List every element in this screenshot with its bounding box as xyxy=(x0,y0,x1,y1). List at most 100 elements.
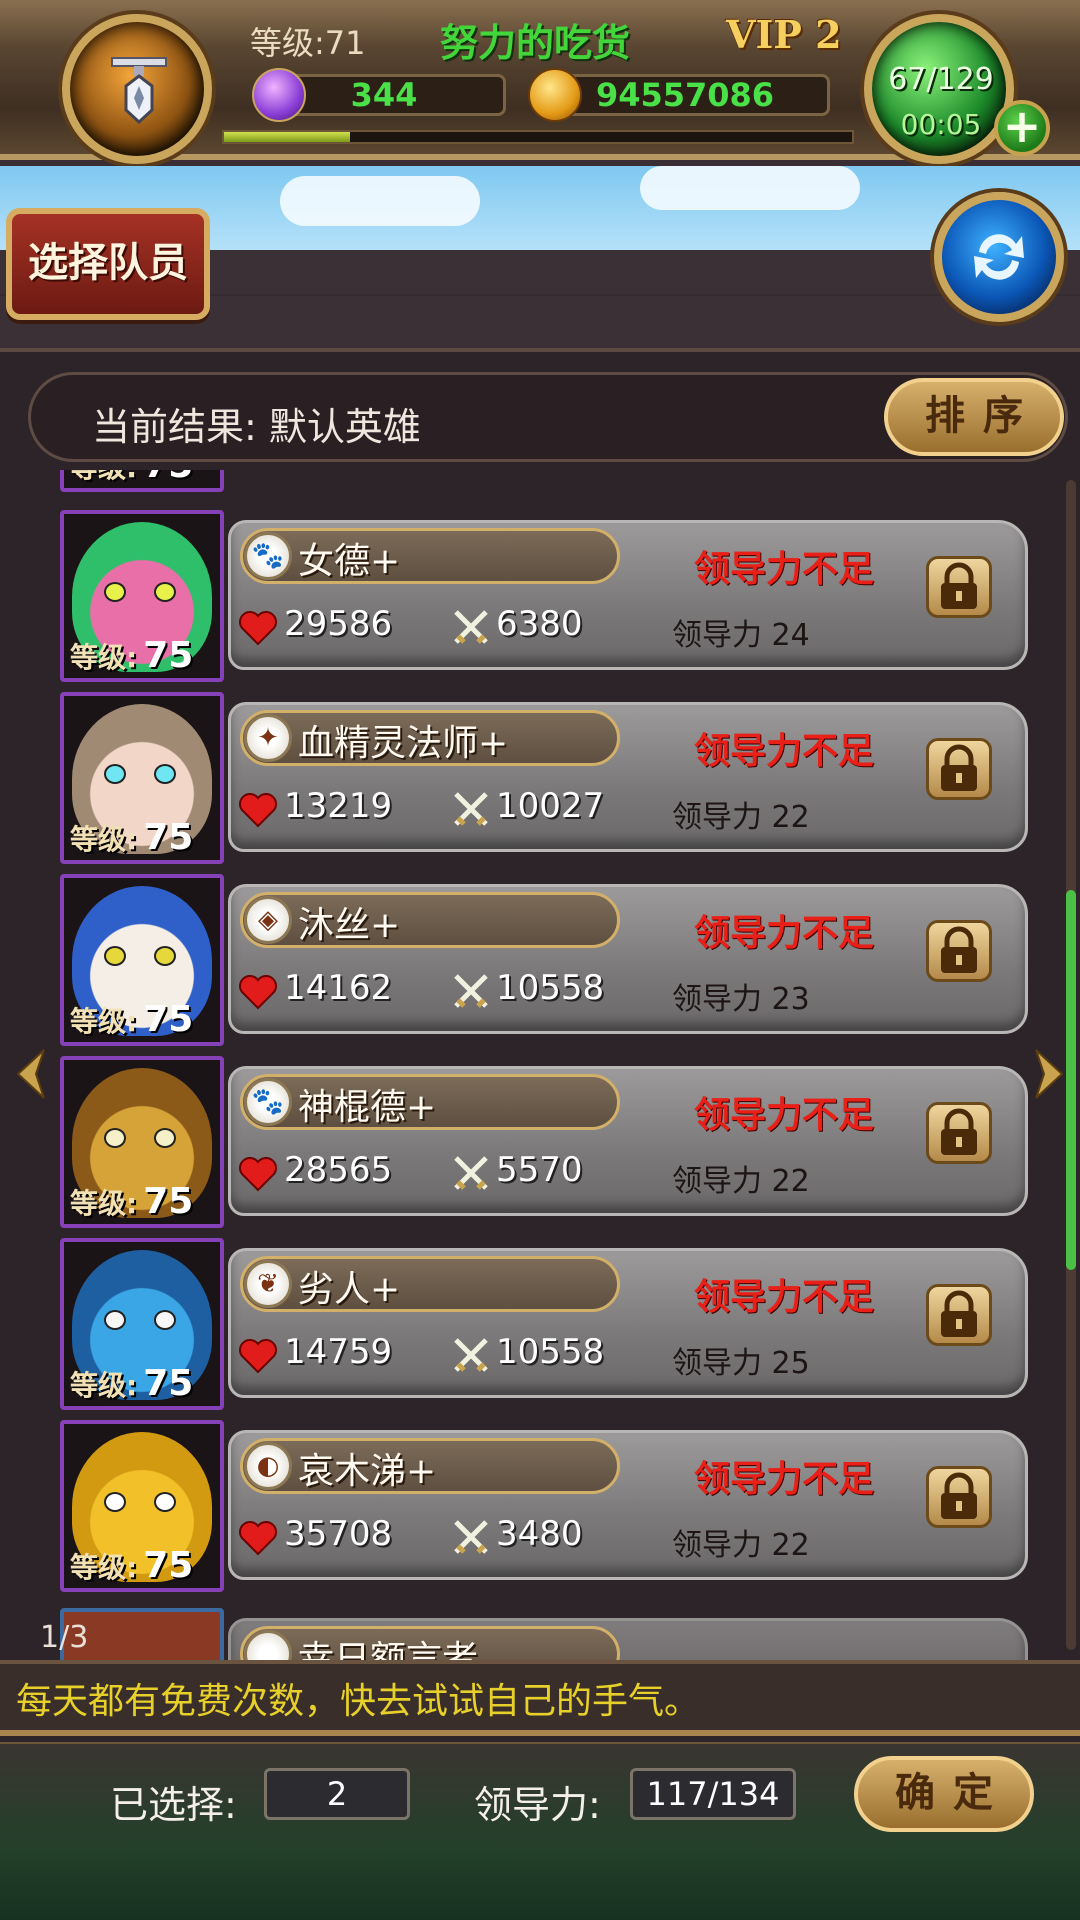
gold-value: 94557086 xyxy=(595,76,775,114)
heart-icon xyxy=(239,611,277,646)
hero-attack: 10558 xyxy=(496,968,605,1008)
insufficient-leadership-label: 领导力不足 xyxy=(694,913,875,954)
crossed-swords-icon xyxy=(454,1520,488,1554)
page-indicator: 1/3 xyxy=(40,1620,89,1655)
insufficient-leadership-label: 领导力不足 xyxy=(694,1277,875,1318)
hero-row[interactable]: 等级: 75 ◐ 哀木涕+ 领导力不足 35708 3480 领导力 22 xyxy=(60,1420,1030,1592)
lock-icon xyxy=(941,1108,977,1155)
hero-eye xyxy=(154,1128,176,1148)
lock-icon xyxy=(941,926,977,973)
hero-name-bar xyxy=(240,528,620,584)
paw-class-icon: 🐾 xyxy=(244,1078,292,1126)
hero-hp: 14759 xyxy=(284,1332,393,1372)
hero-name: 劣人+ xyxy=(298,1269,401,1310)
hero-row[interactable]: 等级: 75 🐾 神棍德+ 领导力不足 28565 5570 领导力 22 xyxy=(60,1056,1030,1228)
lock-icon xyxy=(941,562,977,609)
lock-button[interactable] xyxy=(926,1284,992,1346)
hero-leadership: 领导力 25 xyxy=(672,1346,810,1381)
crossed-swords-icon xyxy=(454,974,488,1008)
lock-button[interactable] xyxy=(926,920,992,982)
hero-portrait: 等级:75 xyxy=(60,510,224,682)
hero-row[interactable]: 等级: 75 ✦ 血精灵法师+ 领导力不足 13219 10027 领导力 22 xyxy=(60,692,1030,864)
hero-select-screen: 等级:71 努力的吃货 VIP 2 344 94557086 67/129 00… xyxy=(0,0,1080,1920)
hero-portrait: 等级:75 xyxy=(60,470,224,492)
hero-name: 血精灵法师+ xyxy=(298,723,509,764)
hero-level: 等级:75 xyxy=(70,817,194,858)
hero-attack: 10558 xyxy=(496,1332,605,1372)
leadership-label: 领导力: xyxy=(474,1783,601,1827)
selected-label: 已选择: xyxy=(110,1783,237,1827)
gold-coin-icon xyxy=(528,68,582,122)
hero-list[interactable]: 等级:75 等级:75 🐾 女德+ 领导力不足 xyxy=(0,470,1080,1660)
lock-icon xyxy=(941,1290,977,1337)
heart-icon xyxy=(239,1339,277,1374)
hero-portrait: 等级:75 xyxy=(60,692,224,864)
hero-eye xyxy=(154,582,176,602)
hero-eye xyxy=(104,582,126,602)
player-avatar[interactable] xyxy=(62,14,212,164)
rank-badge-icon xyxy=(111,57,167,125)
hero-row[interactable]: 等级: 75 🐾 女德+ 领导力不足 29586 6380 领导力 24 xyxy=(60,510,1030,682)
gem-icon xyxy=(252,68,306,122)
hero-leadership: 领导力 24 xyxy=(672,618,810,653)
hero-level: 等级:75 xyxy=(70,1545,194,1586)
energy-timer: 00:05 xyxy=(900,108,982,141)
lock-button[interactable] xyxy=(926,1102,992,1164)
lock-icon xyxy=(941,744,977,791)
hero-portrait: 等级:75 xyxy=(60,1420,224,1592)
swap-button[interactable] xyxy=(934,192,1064,322)
lock-button[interactable] xyxy=(926,738,992,800)
select-members-button[interactable]: 选择队员 xyxy=(6,208,210,320)
list-scrollbar[interactable] xyxy=(1066,480,1076,1650)
experience-bar xyxy=(222,130,854,144)
hero-leadership: 领导力 22 xyxy=(672,1528,810,1563)
shield2-class-icon: ◐ xyxy=(244,1442,292,1490)
cloud xyxy=(640,166,860,210)
hero-level: 等级:75 xyxy=(70,470,193,486)
hero-name: 神棍德+ xyxy=(298,1087,437,1128)
lock-icon xyxy=(941,1472,977,1519)
vip-badge[interactable]: VIP 2 xyxy=(726,12,842,57)
hero-row[interactable]: 等级: 75 ◈ 沐丝+ 领导力不足 14162 10558 领导力 23 xyxy=(60,874,1030,1046)
hero-attack: 5570 xyxy=(496,1150,583,1190)
next-page-arrow-icon[interactable] xyxy=(1032,1046,1066,1102)
hero-leadership: 领导力 22 xyxy=(672,800,810,835)
magic-class-icon: ✦ xyxy=(244,714,292,762)
hero-hp: 35708 xyxy=(284,1514,393,1554)
hero-row-partial-top[interactable]: 等级:75 xyxy=(60,470,1030,492)
lock-button[interactable] xyxy=(926,556,992,618)
hero-level: 等级:75 xyxy=(70,999,194,1040)
heart-icon xyxy=(239,1521,277,1556)
heart-icon xyxy=(239,793,277,828)
hero-hp: 14162 xyxy=(284,968,393,1008)
hero-name-bar xyxy=(240,892,620,948)
hero-name: 哀木涕+ xyxy=(298,1451,437,1492)
hero-name-bar xyxy=(240,1256,620,1312)
filter-result-text: 当前结果: 默认英雄 xyxy=(92,405,421,449)
hero-eye xyxy=(104,1310,126,1330)
player-name: 努力的吃货 xyxy=(440,21,631,65)
hero-leadership: 领导力 22 xyxy=(672,1164,810,1199)
gems-value: 344 xyxy=(350,76,418,114)
lock-button[interactable] xyxy=(926,1466,992,1528)
hero-name: 女德+ xyxy=(298,541,401,582)
scrollbar-thumb[interactable] xyxy=(1066,890,1076,1270)
hero-attack: 3480 xyxy=(496,1514,583,1554)
hero-portrait: 等级:75 xyxy=(60,1056,224,1228)
hero-eye xyxy=(104,764,126,784)
hero-eye xyxy=(104,1128,126,1148)
add-energy-button[interactable]: + xyxy=(994,100,1050,156)
hero-row[interactable]: 等级: 75 ❦ 劣人+ 领导力不足 14759 10558 领导力 25 xyxy=(60,1238,1030,1410)
crossed-swords-icon xyxy=(454,610,488,644)
hero-eye xyxy=(104,1492,126,1512)
previous-page-arrow-icon[interactable] xyxy=(14,1046,48,1102)
leaf-class-icon: ❦ xyxy=(244,1260,292,1308)
insufficient-leadership-label: 领导力不足 xyxy=(694,1095,875,1136)
hero-row-partial-bottom[interactable]: 幸日额言者 xyxy=(60,1608,1030,1660)
hero-hp: 13219 xyxy=(284,786,393,826)
hero-eye xyxy=(154,946,176,966)
insufficient-leadership-label: 领导力不足 xyxy=(694,549,875,590)
sort-button[interactable]: 排序 xyxy=(884,378,1064,456)
confirm-button[interactable]: 确定 xyxy=(854,1756,1034,1832)
hero-portrait: 等级:75 xyxy=(60,874,224,1046)
